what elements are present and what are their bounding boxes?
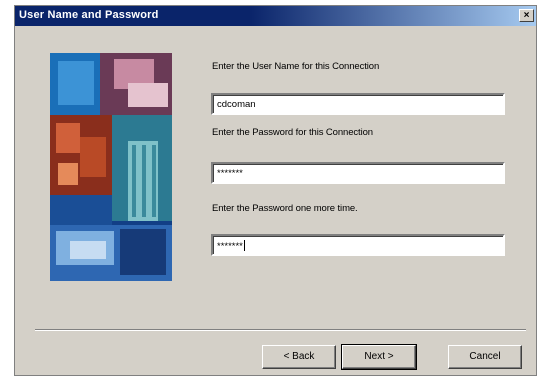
confirm-password-field[interactable]: ******* xyxy=(211,234,505,256)
dialog-window: User Name and Password × Enter the User … xyxy=(14,5,537,376)
password-value: ******* xyxy=(217,168,243,179)
text-caret xyxy=(243,240,245,251)
username-value: cdcoman xyxy=(217,99,256,110)
wizard-banner-image xyxy=(50,53,172,281)
next-button[interactable]: Next > xyxy=(341,344,417,370)
close-button[interactable]: × xyxy=(519,9,534,22)
password-label: Enter the Password for this Connection xyxy=(212,127,373,138)
button-divider xyxy=(35,329,526,331)
cancel-button[interactable]: Cancel xyxy=(448,345,522,369)
title-bar[interactable]: User Name and Password × xyxy=(15,6,536,26)
confirm-password-value: ******* xyxy=(217,240,245,252)
close-icon: × xyxy=(523,10,530,21)
username-label: Enter the User Name for this Connection xyxy=(212,61,380,72)
password-field[interactable]: ******* xyxy=(211,162,505,184)
confirm-password-label: Enter the Password one more time. xyxy=(212,203,358,214)
window-title: User Name and Password xyxy=(19,9,159,21)
back-button[interactable]: < Back xyxy=(262,345,336,369)
username-field[interactable]: cdcoman xyxy=(211,93,505,115)
